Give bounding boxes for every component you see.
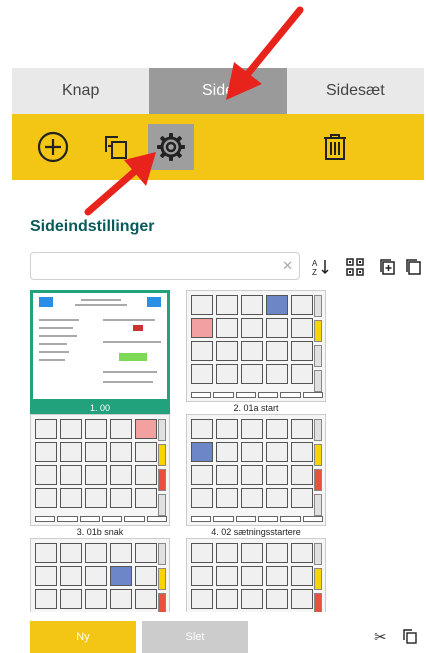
tab-sidesaet[interactable]: Sidesæt — [286, 68, 424, 114]
section-title: Sideindstillinger — [30, 218, 155, 235]
copy-page-icon[interactable] — [404, 256, 426, 278]
tab-bar: Knap Side Sidesæt — [12, 68, 424, 114]
page-thumbnail-2[interactable]: 2. 01a start — [186, 290, 326, 414]
gear-icon — [157, 133, 185, 161]
svg-text:Z: Z — [312, 268, 317, 277]
page-caption: 2. 01a start — [233, 403, 279, 413]
page-thumbnail-1[interactable]: 1. 00 — [30, 290, 170, 414]
page-caption: 3. 01b snak — [76, 527, 124, 537]
add-page-icon[interactable] — [376, 256, 398, 278]
copy-icon — [105, 136, 127, 159]
duplicate-page-button[interactable] — [94, 124, 140, 170]
page-caption: 1. 00 — [30, 402, 170, 414]
page-caption: 4. 02 sætningsstartere — [211, 527, 301, 537]
tab-knap[interactable]: Knap — [12, 68, 150, 114]
plus-circle-icon — [37, 131, 69, 163]
tab-side[interactable]: Side — [149, 68, 287, 114]
delete-page-button[interactable] — [312, 124, 358, 170]
page-thumbnail-4[interactable]: 4. 02 sætningsstartere — [186, 414, 326, 538]
cut-icon[interactable]: ✂ — [374, 628, 387, 646]
search-box: ✕ — [30, 252, 300, 280]
page-thumbnail-3[interactable]: 3. 01b snak — [30, 414, 170, 538]
grid-icon[interactable] — [344, 256, 366, 278]
page-toolbar — [12, 114, 424, 180]
page-thumbnail-5[interactable] — [30, 538, 170, 612]
trash-icon — [324, 134, 346, 160]
new-page-button[interactable]: Ny — [30, 621, 136, 653]
add-page-button[interactable] — [30, 124, 76, 170]
sort-az-icon[interactable]: AZ — [310, 256, 332, 278]
page-thumbnail-6[interactable] — [186, 538, 326, 612]
clear-icon[interactable]: ✕ — [282, 258, 293, 274]
search-input[interactable] — [37, 254, 281, 280]
svg-text:A: A — [312, 259, 318, 268]
delete-button[interactable]: Slet — [142, 621, 248, 653]
copy-icon[interactable] — [402, 628, 418, 648]
page-settings-button[interactable] — [148, 124, 194, 170]
